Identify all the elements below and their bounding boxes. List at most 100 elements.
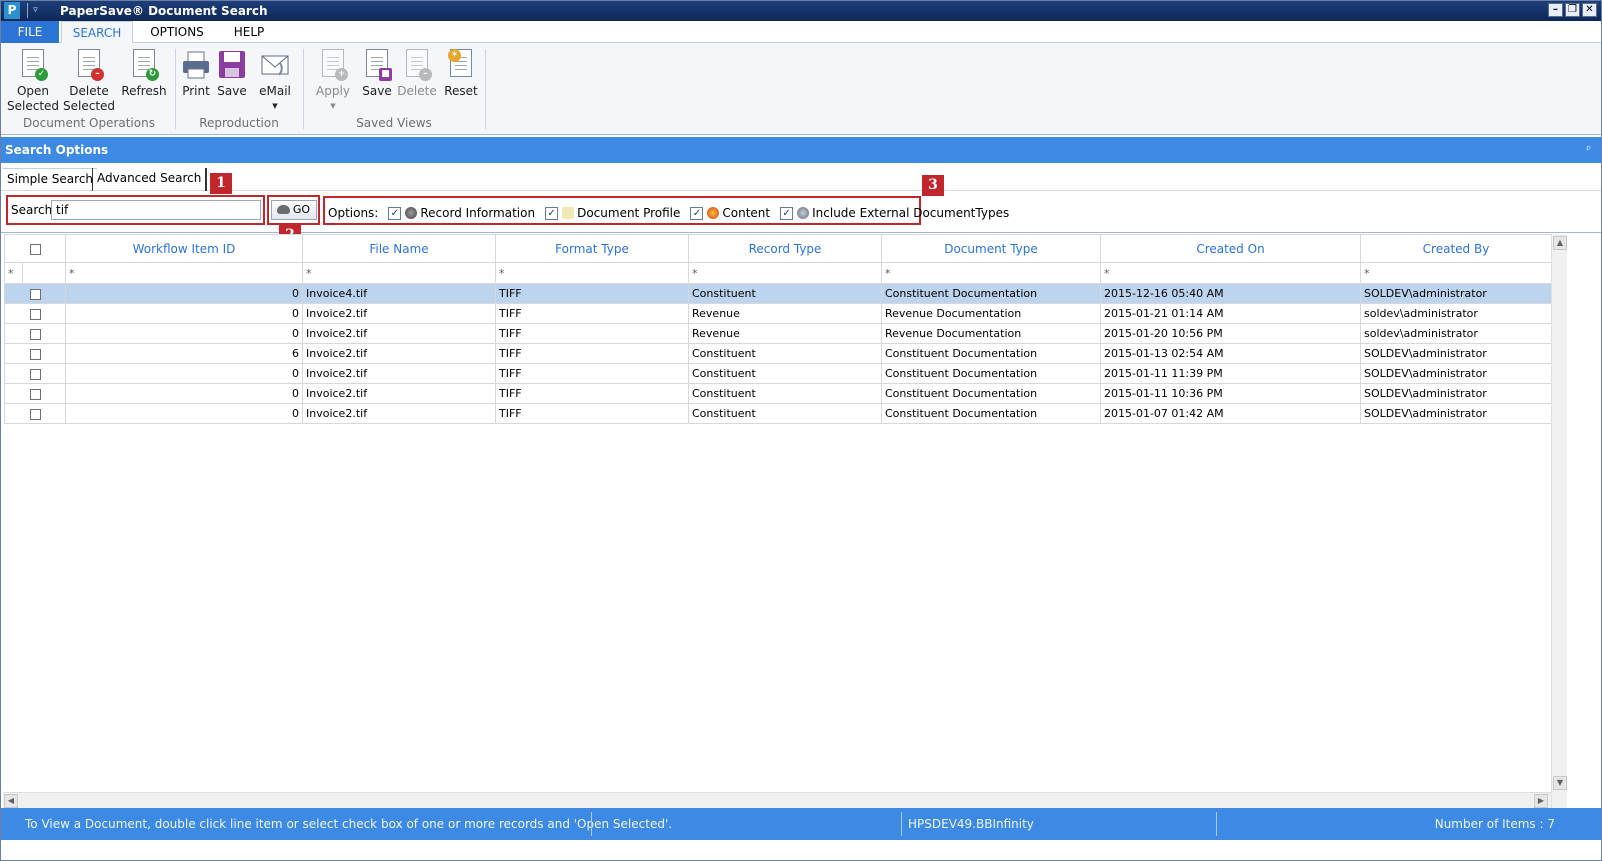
delete-view-button[interactable]: – Delete bbox=[397, 49, 437, 99]
row-select-cell[interactable] bbox=[4, 323, 66, 344]
format-type-cell[interactable]: TIFF bbox=[495, 403, 689, 424]
created-on-cell[interactable]: 2015-01-07 01:42 AM bbox=[1100, 403, 1361, 424]
row-checkbox[interactable] bbox=[29, 408, 41, 420]
row-select-cell[interactable] bbox=[4, 343, 66, 364]
document-type-cell[interactable]: Revenue Documentation bbox=[881, 323, 1101, 344]
apply-dropdown-icon[interactable]: ▼ bbox=[313, 99, 353, 114]
pin-icon[interactable]: ᵖ bbox=[1586, 137, 1591, 163]
scroll-down-arrow-icon[interactable]: ▼ bbox=[1553, 776, 1567, 790]
tab-advanced-search[interactable]: Advanced Search bbox=[92, 168, 208, 191]
created-by-cell[interactable]: soldev\administrator bbox=[1360, 303, 1552, 324]
filter-cell[interactable]: * bbox=[65, 262, 303, 284]
row-checkbox[interactable] bbox=[29, 308, 41, 320]
created-on-cell[interactable]: 2015-12-16 05:40 AM bbox=[1100, 283, 1361, 304]
format-type-cell[interactable]: TIFF bbox=[495, 323, 689, 344]
horizontal-scrollbar[interactable]: ◀ ▶ bbox=[3, 792, 1551, 808]
search-input[interactable] bbox=[51, 200, 261, 220]
row-checkbox[interactable] bbox=[29, 388, 41, 400]
record-type-cell[interactable]: Constituent bbox=[688, 363, 882, 384]
email-dropdown-icon[interactable]: ▼ bbox=[255, 99, 295, 114]
row-select-cell[interactable] bbox=[4, 363, 66, 384]
apply-view-button[interactable]: + Apply ▼ bbox=[313, 49, 353, 114]
workflow-item-id-cell[interactable]: 0 bbox=[65, 303, 303, 324]
open-selected-button[interactable]: ✓ Open Selected bbox=[7, 49, 59, 114]
go-button[interactable]: GO bbox=[271, 200, 317, 220]
tab-help[interactable]: HELP bbox=[224, 21, 274, 43]
file-name-cell[interactable]: Invoice2.tif bbox=[302, 403, 496, 424]
table-row[interactable]: 0 Invoice2.tif TIFF Constituent Constituent … bbox=[4, 363, 1552, 384]
row-select-cell[interactable] bbox=[4, 403, 66, 424]
column-header-document-type[interactable]: Document Type bbox=[881, 234, 1101, 263]
minimize-button[interactable]: – bbox=[1548, 3, 1563, 17]
row-checkbox[interactable] bbox=[29, 368, 41, 380]
record-type-cell[interactable]: Constituent bbox=[688, 403, 882, 424]
record-type-cell[interactable]: Revenue bbox=[688, 323, 882, 344]
column-header-format-type[interactable]: Format Type bbox=[495, 234, 689, 263]
scroll-right-arrow-icon[interactable]: ▶ bbox=[1534, 794, 1548, 808]
column-header-record-type[interactable]: Record Type bbox=[688, 234, 882, 263]
format-type-cell[interactable]: TIFF bbox=[495, 343, 689, 364]
filter-cell[interactable] bbox=[22, 262, 66, 284]
include-external-checkbox[interactable]: ✓ bbox=[780, 206, 794, 220]
created-on-cell[interactable]: 2015-01-20 10:56 PM bbox=[1100, 323, 1361, 344]
created-by-cell[interactable]: soldev\administrator bbox=[1360, 323, 1552, 344]
workflow-item-id-cell[interactable]: 0 bbox=[65, 403, 303, 424]
format-type-cell[interactable]: TIFF bbox=[495, 283, 689, 304]
created-on-cell[interactable]: 2015-01-11 10:36 PM bbox=[1100, 383, 1361, 404]
restore-button[interactable]: ❐ bbox=[1565, 3, 1580, 17]
file-name-cell[interactable]: Invoice4.tif bbox=[302, 283, 496, 304]
filter-cell[interactable]: * bbox=[688, 262, 882, 284]
tab-options[interactable]: OPTIONS bbox=[142, 21, 212, 43]
workflow-item-id-cell[interactable]: 0 bbox=[65, 323, 303, 344]
row-select-cell[interactable] bbox=[4, 383, 66, 404]
row-checkbox[interactable] bbox=[29, 328, 41, 340]
document-type-cell[interactable]: Constituent Documentation bbox=[881, 283, 1101, 304]
document-type-cell[interactable]: Constituent Documentation bbox=[881, 343, 1101, 364]
file-name-cell[interactable]: Invoice2.tif bbox=[302, 363, 496, 384]
document-type-cell[interactable]: Constituent Documentation bbox=[881, 383, 1101, 404]
email-button[interactable]: eMail ▼ bbox=[255, 49, 295, 114]
record-type-cell[interactable]: Constituent bbox=[688, 283, 882, 304]
filter-cell[interactable]: * bbox=[495, 262, 689, 284]
format-type-cell[interactable]: TIFF bbox=[495, 363, 689, 384]
vertical-scrollbar[interactable]: ▲ ▼ bbox=[1551, 234, 1567, 808]
created-by-cell[interactable]: SOLDEV\administrator bbox=[1360, 343, 1552, 364]
tab-file[interactable]: FILE bbox=[1, 21, 59, 43]
created-by-cell[interactable]: SOLDEV\administrator bbox=[1360, 283, 1552, 304]
table-row[interactable]: 0 Invoice2.tif TIFF Constituent Constituent … bbox=[4, 403, 1552, 424]
record-information-checkbox[interactable]: ✓ bbox=[388, 206, 402, 220]
print-button[interactable]: Print bbox=[179, 49, 213, 99]
column-header-workflow-item-id[interactable]: Workflow Item ID bbox=[65, 234, 303, 263]
scroll-left-arrow-icon[interactable]: ◀ bbox=[4, 794, 18, 808]
document-type-cell[interactable]: Constituent Documentation bbox=[881, 363, 1101, 384]
workflow-item-id-cell[interactable]: 0 bbox=[65, 363, 303, 384]
row-checkbox[interactable] bbox=[29, 348, 41, 360]
file-name-cell[interactable]: Invoice2.tif bbox=[302, 303, 496, 324]
created-on-cell[interactable]: 2015-01-11 11:39 PM bbox=[1100, 363, 1361, 384]
table-row[interactable]: 0 Invoice2.tif TIFF Revenue Revenue Document… bbox=[4, 323, 1552, 344]
table-row[interactable]: 0 Invoice4.tif TIFF Constituent Constituent … bbox=[4, 283, 1552, 304]
filter-cell[interactable]: * bbox=[1100, 262, 1361, 284]
delete-selected-button[interactable]: – Delete Selected bbox=[63, 49, 115, 114]
scroll-up-arrow-icon[interactable]: ▲ bbox=[1553, 236, 1567, 250]
created-by-cell[interactable]: SOLDEV\administrator bbox=[1360, 403, 1552, 424]
document-type-cell[interactable]: Revenue Documentation bbox=[881, 303, 1101, 324]
record-type-cell[interactable]: Constituent bbox=[688, 343, 882, 364]
document-profile-checkbox[interactable]: ✓ bbox=[545, 206, 559, 220]
quick-access-dropdown-icon[interactable]: ▿ bbox=[27, 3, 43, 18]
refresh-button[interactable]: ↻ Refresh bbox=[121, 49, 167, 99]
document-type-cell[interactable]: Constituent Documentation bbox=[881, 403, 1101, 424]
content-checkbox[interactable]: ✓ bbox=[690, 206, 704, 220]
save-button[interactable]: Save bbox=[215, 49, 249, 99]
created-on-cell[interactable]: 2015-01-21 01:14 AM bbox=[1100, 303, 1361, 324]
save-view-button[interactable]: ■ Save bbox=[359, 49, 395, 99]
select-all-checkbox[interactable] bbox=[29, 243, 41, 255]
table-row[interactable]: 0 Invoice2.tif TIFF Revenue Revenue Document… bbox=[4, 303, 1552, 324]
format-type-cell[interactable]: TIFF bbox=[495, 383, 689, 404]
tab-simple-search[interactable]: Simple Search bbox=[3, 168, 98, 191]
close-button[interactable]: ✕ bbox=[1582, 3, 1597, 17]
created-on-cell[interactable]: 2015-01-13 02:54 AM bbox=[1100, 343, 1361, 364]
select-all-cell[interactable] bbox=[4, 234, 66, 263]
workflow-item-id-cell[interactable]: 6 bbox=[65, 343, 303, 364]
file-name-cell[interactable]: Invoice2.tif bbox=[302, 343, 496, 364]
